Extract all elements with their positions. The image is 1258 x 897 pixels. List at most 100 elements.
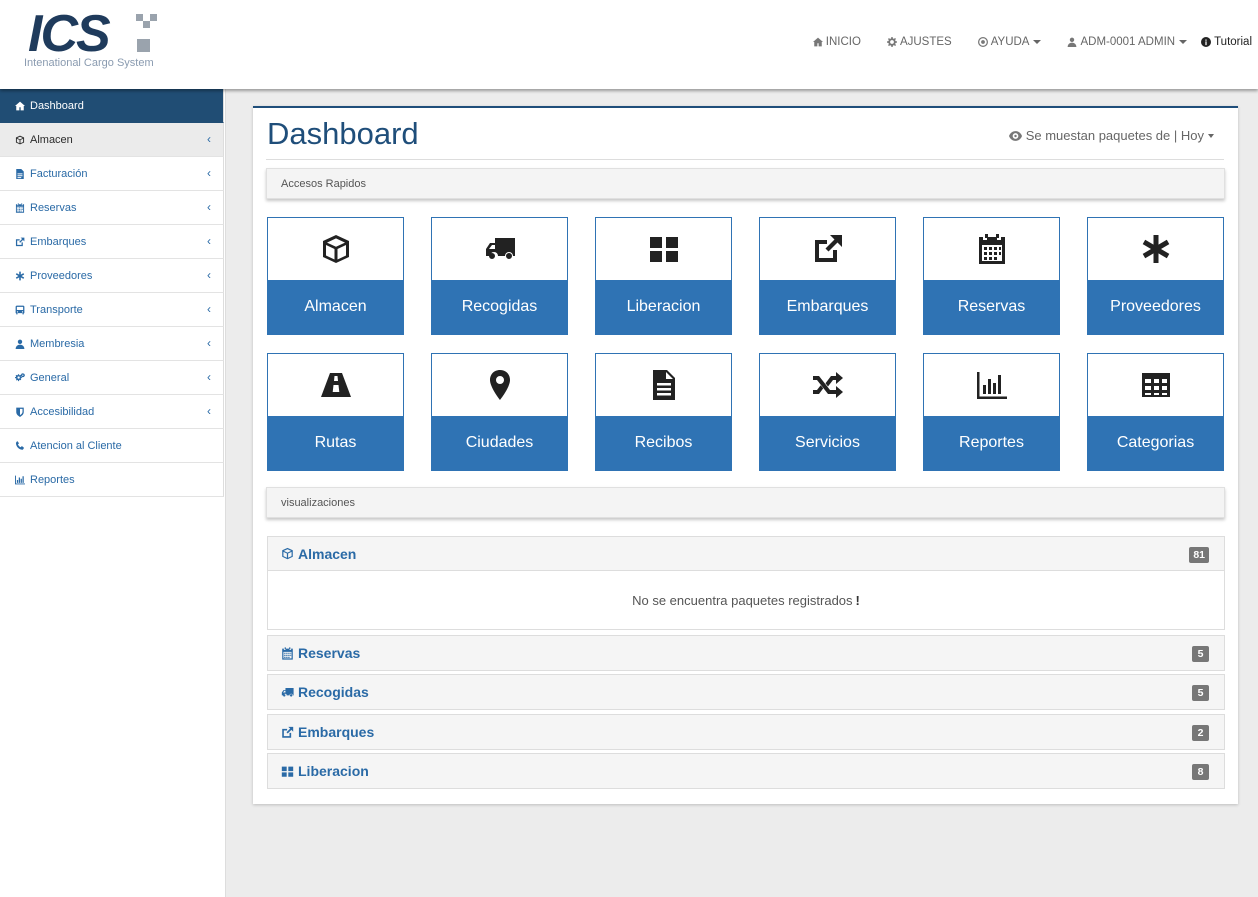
tile-embarques[interactable]: Embarques (759, 217, 896, 335)
nav-ayuda-dropdown[interactable]: AYUDA (978, 36, 1042, 48)
logo-text: ICS (28, 5, 111, 63)
sidebar-item-label: Almacen (30, 133, 73, 146)
exclamation-icon: ! (855, 592, 860, 608)
panel-title: Reservas (298, 645, 361, 661)
panel-liberacion: Liberacion 8 (267, 753, 1225, 789)
tile-reportes[interactable]: Reportes (923, 353, 1060, 471)
tile-label: Proveedores (1088, 280, 1223, 334)
dashboard-card: Dashboard Se muestan paquetes de | Hoy A… (253, 106, 1238, 804)
top-navigation: INICIO AJUSTES AYUDA ADM-0001 ADMIN Tuto… (787, 33, 1252, 51)
sidebar-item-embarques[interactable]: Embarques ‹ (0, 225, 224, 259)
tile-categorias[interactable]: Categorias (1087, 353, 1224, 471)
tile-label: Rutas (268, 416, 403, 470)
sidebar-item-reservas[interactable]: Reservas ‹ (0, 191, 224, 225)
chevron-left-icon: ‹ (207, 302, 211, 316)
truck-icon (484, 233, 516, 265)
chevron-left-icon: ‹ (207, 166, 211, 180)
sidebar-item-proveedores[interactable]: Proveedores ‹ (0, 259, 224, 293)
panel-almacen-header[interactable]: Almacen 81 (268, 537, 1224, 571)
sidebar-item-dashboard[interactable]: Dashboard (0, 89, 224, 123)
tile-label: Embarques (760, 280, 895, 334)
sidebar-item-label: Accesibilidad (30, 405, 95, 418)
tile-label: Ciudades (432, 416, 567, 470)
sidebar-item-accesibilidad[interactable]: Accesibilidad ‹ (0, 395, 224, 429)
logo-subtitle: Intenational Cargo System (24, 57, 154, 69)
external-link-icon (812, 233, 844, 265)
tile-almacen[interactable]: Almacen (267, 217, 404, 335)
tile-ciudades[interactable]: Ciudades (431, 353, 568, 471)
nav-inicio-label: INICIO (825, 36, 861, 48)
bar-chart-icon (15, 475, 25, 485)
panel-title: Liberacion (298, 763, 369, 779)
tile-liberacion[interactable]: Liberacion (595, 217, 732, 335)
file-text-icon (648, 369, 680, 401)
calendar-icon (15, 203, 25, 213)
sidebar-item-label: Proveedores (30, 269, 93, 282)
tile-label: Reservas (924, 280, 1059, 334)
map-marker-icon (484, 369, 516, 401)
tile-reservas[interactable]: Reservas (923, 217, 1060, 335)
sidebar-item-label: Reportes (30, 473, 75, 486)
date-filter-dropdown[interactable]: Se muestan paquetes de | Hoy (1008, 128, 1214, 143)
sidebar-item-label: Embarques (30, 235, 87, 248)
panel-recogidas: Recogidas 5 (267, 674, 1225, 710)
calendar-icon (281, 647, 294, 660)
sidebar-item-label: Atencion al Cliente (30, 439, 122, 452)
user-icon (1067, 37, 1077, 47)
asterisk-icon (1140, 233, 1172, 265)
nav-tutorial[interactable]: Tutorial (1201, 36, 1252, 48)
th-large-icon (648, 233, 680, 265)
sidebar-item-label: Reservas (30, 201, 77, 214)
logo-square (137, 39, 150, 52)
sidebar-item-facturacion[interactable]: Facturación ‹ (0, 157, 224, 191)
eye-icon (1008, 130, 1022, 141)
gears-icon (15, 373, 25, 383)
tile-recibos[interactable]: Recibos (595, 353, 732, 471)
user-menu-dropdown[interactable]: ADM-0001 ADMIN (1067, 36, 1188, 48)
ics-logo[interactable]: ICS Intenational Cargo System (24, 8, 164, 72)
logo-square (150, 14, 157, 21)
chevron-left-icon: ‹ (207, 234, 211, 248)
sidebar-item-almacen[interactable]: Almacen ‹ (0, 123, 224, 157)
tile-proveedores[interactable]: Proveedores (1087, 217, 1224, 335)
sidebar-item-reportes[interactable]: Reportes (0, 463, 224, 497)
chevron-left-icon: ‹ (207, 200, 211, 214)
sidebar-item-membresia[interactable]: Membresia ‹ (0, 327, 224, 361)
top-header: ICS Intenational Cargo System INICIO AJU… (0, 0, 1258, 89)
panel-liberacion-header[interactable]: Liberacion 8 (268, 754, 1224, 788)
sidebar-item-label: Facturación (30, 167, 88, 180)
panel-reservas-header[interactable]: Reservas 5 (268, 636, 1224, 670)
road-icon (320, 369, 352, 401)
tile-label: Almacen (268, 280, 403, 334)
area-chart-icon (976, 369, 1008, 401)
panel-reservas: Reservas 5 (267, 635, 1225, 671)
chevron-left-icon: ‹ (207, 268, 211, 282)
chevron-left-icon: ‹ (207, 336, 211, 350)
tile-label: Recogidas (432, 280, 567, 334)
page-title: Dashboard (267, 116, 419, 151)
panel-title: Embarques (298, 724, 375, 740)
sidebar-item-transporte[interactable]: Transporte ‹ (0, 293, 224, 327)
panel-embarques-header[interactable]: Embarques 2 (268, 715, 1224, 749)
bus-icon (15, 305, 25, 315)
tile-recogidas[interactable]: Recogidas (431, 217, 568, 335)
tile-icon-area (268, 354, 403, 416)
sidebar-item-general[interactable]: General ‹ (0, 361, 224, 395)
tile-rutas[interactable]: Rutas (267, 353, 404, 471)
panel-recogidas-header[interactable]: Recogidas 5 (268, 675, 1224, 709)
sidebar-item-atencion-al-cliente[interactable]: Atencion al Cliente (0, 429, 224, 463)
nav-inicio[interactable]: INICIO (813, 36, 861, 48)
nav-ayuda-label: AYUDA (990, 36, 1030, 48)
count-badge: 2 (1192, 725, 1209, 741)
date-filter-label: Se muestan paquetes de | Hoy (1025, 128, 1204, 143)
count-badge: 81 (1189, 547, 1209, 563)
phone-icon (15, 441, 25, 451)
nav-tutorial-label: Tutorial (1214, 36, 1252, 48)
sidebar-item-label: Transporte (30, 303, 83, 316)
nav-ajustes[interactable]: AJUSTES (887, 36, 952, 48)
shield-icon (15, 407, 25, 417)
sidebar: Dashboard Almacen ‹ Facturación ‹ Reserv… (0, 89, 226, 897)
chevron-left-icon: ‹ (207, 404, 211, 418)
tile-servicios[interactable]: Servicios (759, 353, 896, 471)
tile-label: Liberacion (596, 280, 731, 334)
